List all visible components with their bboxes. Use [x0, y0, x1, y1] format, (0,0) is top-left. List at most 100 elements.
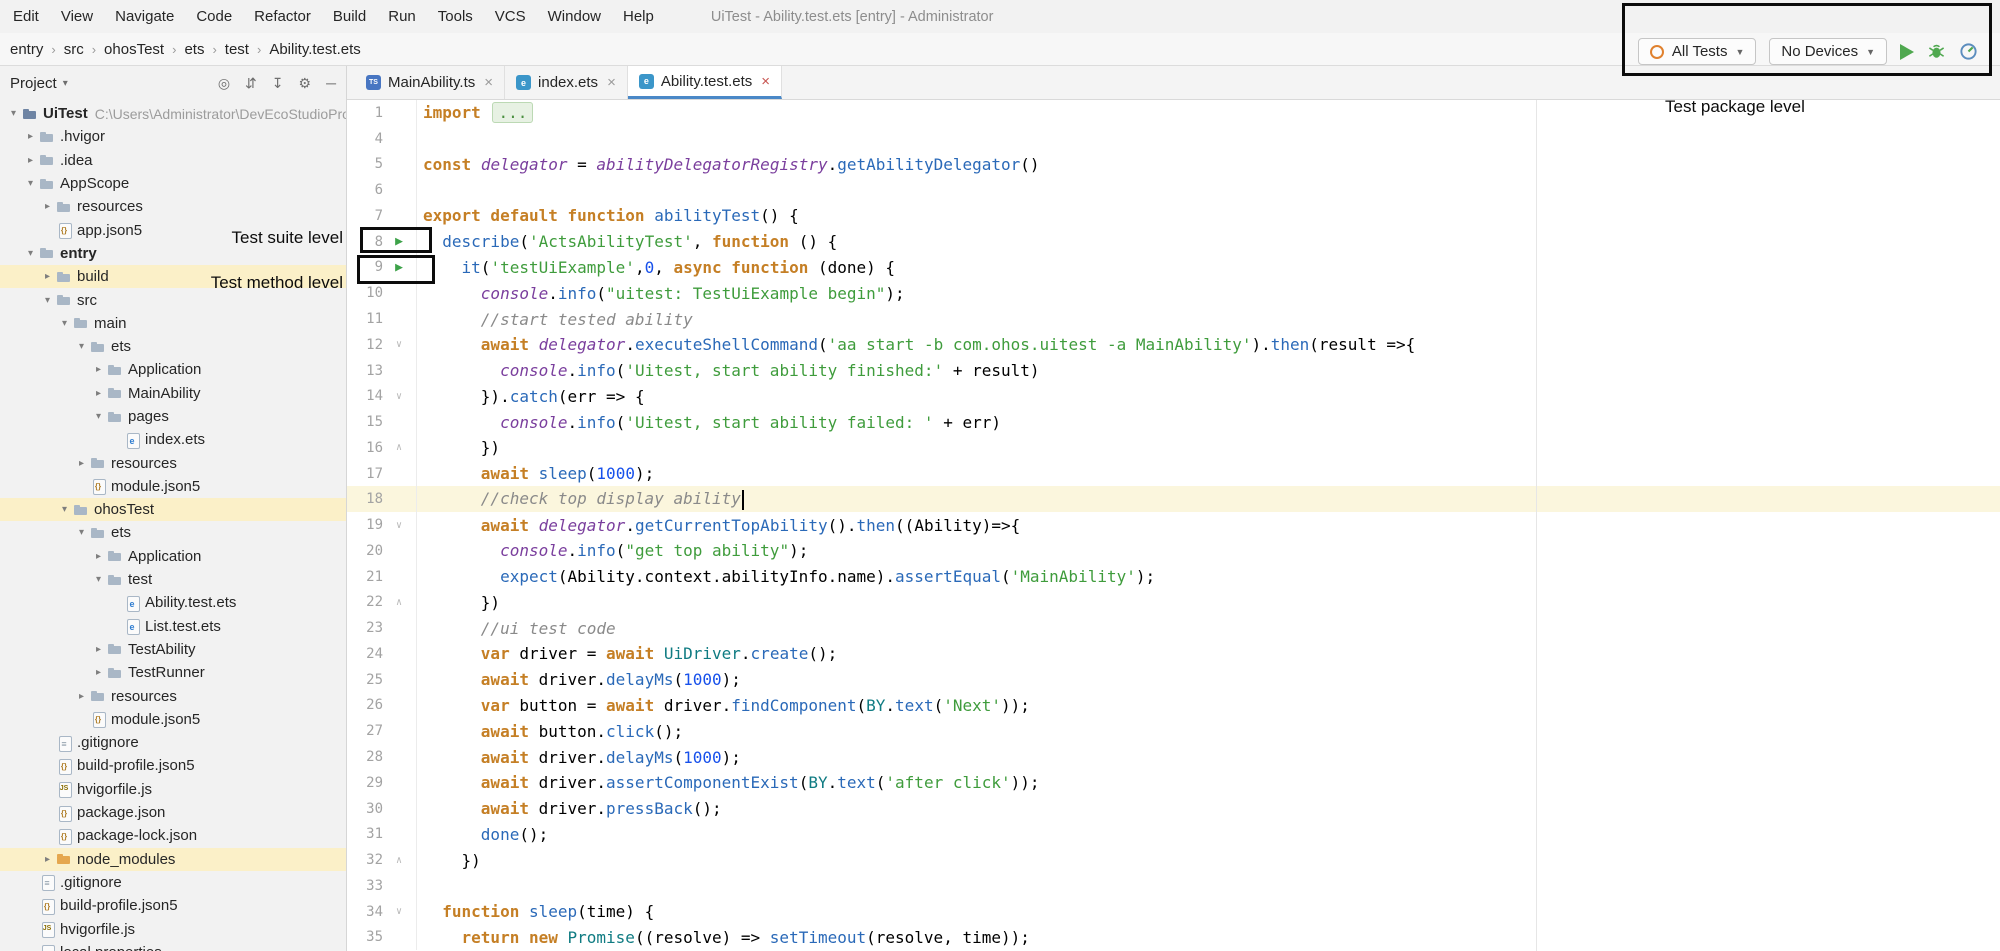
code-text[interactable]: //check top display ability [417, 489, 744, 510]
tree-item-build-profile-json5[interactable]: build-profile.json5 [0, 894, 346, 917]
code-text[interactable]: it('testUiExample',0, async function (do… [417, 258, 895, 277]
code-text[interactable]: await driver.assertComponentExist(BY.tex… [417, 773, 1040, 792]
chevron-right-icon[interactable]: ▸ [91, 364, 106, 375]
code-text[interactable]: await driver.delayMs(1000); [417, 670, 741, 689]
menu-code[interactable]: Code [185, 8, 243, 25]
chevron-down-icon[interactable]: ▾ [57, 318, 72, 329]
menu-navigate[interactable]: Navigate [104, 8, 185, 25]
chevron-right-icon[interactable]: ▸ [40, 201, 55, 212]
code-text[interactable]: }) [417, 593, 500, 612]
chevron-right-icon[interactable]: ▸ [40, 854, 55, 865]
breadcrumb-item-ohostest[interactable]: ohosTest [104, 41, 164, 58]
fold-icon[interactable]: ∨ [383, 339, 415, 350]
tab-ability-test-ets[interactable]: Ability.test.ets× [628, 66, 782, 99]
menu-vcs[interactable]: VCS [484, 8, 537, 25]
chevron-right-icon[interactable]: ▸ [91, 644, 106, 655]
tree-item-resources[interactable]: ▸resources [0, 451, 346, 474]
chevron-right-icon[interactable]: ▸ [74, 691, 89, 702]
tree-item-node-modules[interactable]: ▸node_modules [0, 848, 346, 871]
close-icon[interactable]: × [761, 73, 770, 90]
tree-item-local-properties[interactable]: local.properties [0, 941, 346, 951]
code-text[interactable]: //start tested ability [417, 310, 693, 329]
chevron-down-icon[interactable]: ▾ [74, 341, 89, 352]
close-icon[interactable]: × [607, 74, 616, 91]
tree-item-testrunner[interactable]: ▸TestRunner [0, 661, 346, 684]
chevron-right-icon[interactable]: ▸ [91, 388, 106, 399]
tree-item-resources[interactable]: ▸resources [0, 195, 346, 218]
tab-mainability-ts[interactable]: MainAbility.ts× [355, 66, 505, 99]
code-text[interactable]: }) [417, 851, 481, 870]
code-text[interactable]: var button = await driver.findComponent(… [417, 696, 1030, 715]
code-editor[interactable]: 1import ...45const delegator = abilityDe… [347, 100, 2000, 951]
tree-item-list-test-ets[interactable]: List.test.ets [0, 615, 346, 638]
menu-edit[interactable]: Edit [2, 8, 50, 25]
code-text[interactable]: return new Promise((resolve) => setTimeo… [417, 928, 1030, 947]
code-text[interactable]: }) [417, 438, 500, 457]
tree-item-package-json[interactable]: package.json [0, 801, 346, 824]
code-text[interactable]: var driver = await UiDriver.create(); [417, 644, 837, 663]
chevron-down-icon[interactable]: ▾ [74, 527, 89, 538]
breadcrumb-item-ets[interactable]: ets [184, 41, 204, 58]
fold-icon[interactable]: ∨ [383, 391, 415, 402]
tree-item-ets[interactable]: ▾ets [0, 521, 346, 544]
code-text[interactable]: await delegator.getCurrentTopAbility().t… [417, 516, 1020, 535]
code-text[interactable]: export default function abilityTest() { [417, 206, 799, 225]
menu-help[interactable]: Help [612, 8, 665, 25]
tree-item-appscope[interactable]: ▾AppScope [0, 172, 346, 195]
breadcrumb-item-ability-test-ets[interactable]: Ability.test.ets [269, 41, 360, 58]
code-text[interactable]: await button.click(); [417, 722, 683, 741]
chevron-right-icon[interactable]: ▸ [91, 667, 106, 678]
tree-item-test[interactable]: ▾test [0, 568, 346, 591]
code-text[interactable]: function sleep(time) { [417, 902, 654, 921]
tree-item-gitignore[interactable]: .gitignore [0, 731, 346, 754]
chevron-right-icon[interactable]: ▸ [91, 551, 106, 562]
fold-icon[interactable]: ∨ [383, 520, 415, 531]
chevron-right-icon[interactable]: ▸ [74, 458, 89, 469]
tree-item-main[interactable]: ▾main [0, 312, 346, 335]
hide-panel-icon[interactable]: ─ [326, 75, 336, 92]
code-text[interactable]: console.info("get top ability"); [417, 541, 808, 560]
chevron-right-icon[interactable]: ▸ [23, 131, 38, 142]
close-icon[interactable]: × [484, 74, 493, 91]
tree-item-application[interactable]: ▸Application [0, 358, 346, 381]
locate-icon[interactable]: ◎ [218, 75, 230, 92]
code-text[interactable]: done(); [417, 825, 548, 844]
project-panel-title[interactable]: Project [10, 75, 57, 92]
breadcrumb-item-src[interactable]: src [64, 41, 84, 58]
code-text[interactable]: await delegator.executeShellCommand('aa … [417, 335, 1415, 354]
tree-item-mainability[interactable]: ▸MainAbility [0, 382, 346, 405]
code-text[interactable]: await driver.pressBack(); [417, 799, 722, 818]
chevron-down-icon[interactable]: ▾ [91, 574, 106, 585]
chevron-down-icon[interactable]: ▾ [63, 78, 68, 89]
code-text[interactable]: console.info("uitest: TestUiExample begi… [417, 284, 905, 303]
code-text[interactable]: const delegator = abilityDelegatorRegist… [417, 155, 1040, 174]
tree-item-package-lock-json[interactable]: package-lock.json [0, 824, 346, 847]
chevron-down-icon[interactable]: ▾ [57, 504, 72, 515]
tab-index-ets[interactable]: index.ets× [505, 66, 628, 99]
chevron-down-icon[interactable]: ▾ [40, 295, 55, 306]
code-text[interactable]: }).catch(err => { [417, 387, 645, 406]
code-text[interactable]: describe('ActsAbilityTest', function () … [417, 232, 837, 251]
tree-item-ohostest[interactable]: ▾ohosTest [0, 498, 346, 521]
chevron-down-icon[interactable]: ▾ [91, 411, 106, 422]
tree-item-application[interactable]: ▸Application [0, 545, 346, 568]
menu-refactor[interactable]: Refactor [243, 8, 322, 25]
code-text[interactable]: //ui test code [417, 619, 616, 638]
chevron-down-icon[interactable]: ▾ [23, 178, 38, 189]
code-text[interactable]: console.info('Uitest, start ability fini… [417, 361, 1040, 380]
tree-item-pages[interactable]: ▾pages [0, 405, 346, 428]
chevron-down-icon[interactable]: ▾ [23, 248, 38, 259]
code-text[interactable]: console.info('Uitest, start ability fail… [417, 413, 1001, 432]
menu-tools[interactable]: Tools [427, 8, 484, 25]
menu-run[interactable]: Run [377, 8, 427, 25]
tree-item-hvigor[interactable]: ▸.hvigor [0, 125, 346, 148]
tree-item-hvigorfile-js[interactable]: hvigorfile.js [0, 917, 346, 940]
code-text[interactable]: await driver.delayMs(1000); [417, 748, 741, 767]
code-text[interactable]: await sleep(1000); [417, 464, 654, 483]
tree-item-ets[interactable]: ▾ets [0, 335, 346, 358]
breadcrumb-item-test[interactable]: test [225, 41, 249, 58]
chevron-down-icon[interactable]: ▾ [6, 108, 21, 119]
breadcrumb-item-entry[interactable]: entry [10, 41, 43, 58]
chevron-right-icon[interactable]: ▸ [23, 155, 38, 166]
tree-item-hvigorfile-js[interactable]: hvigorfile.js [0, 778, 346, 801]
